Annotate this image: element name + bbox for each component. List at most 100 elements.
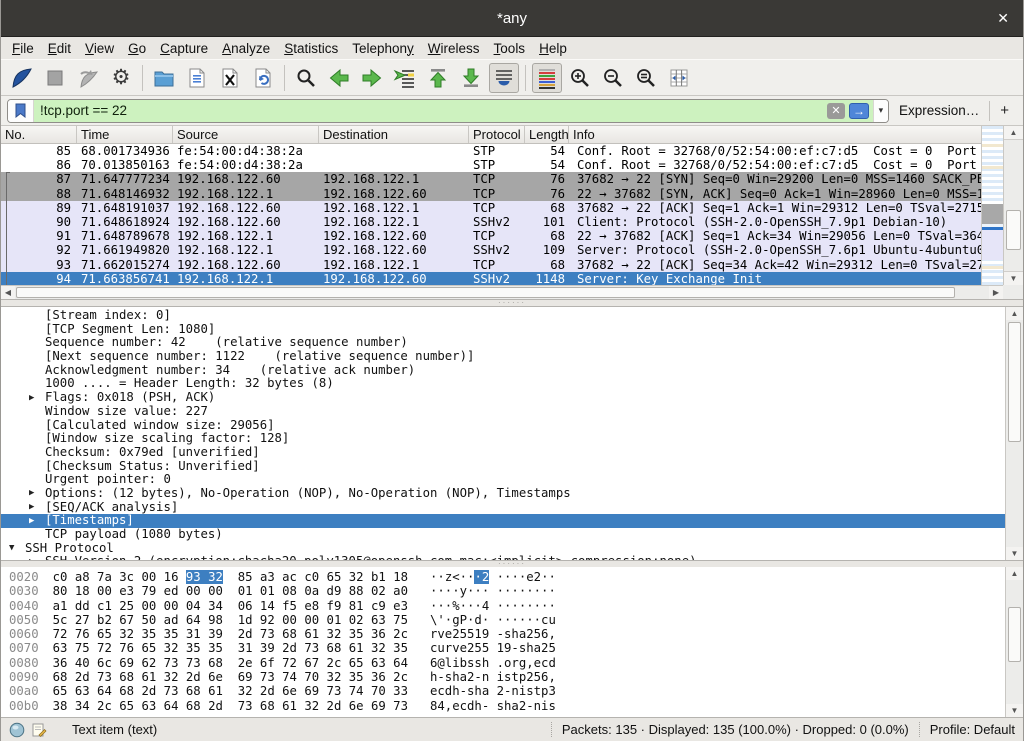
- scroll-up-icon[interactable]: ▲: [1006, 567, 1023, 580]
- hex-vertical-scrollbar[interactable]: ▲ ▼: [1005, 567, 1023, 717]
- scroll-down-icon[interactable]: ▼: [1006, 547, 1023, 560]
- detail-line-timestamps-selected[interactable]: ▶[Timestamps]: [1, 514, 1005, 528]
- column-time[interactable]: Time: [77, 126, 173, 143]
- packet-row[interactable]: 9171.648789678192.168.122.1192.168.122.6…: [1, 229, 981, 243]
- go-forward-button[interactable]: [357, 63, 387, 93]
- detail-line[interactable]: 1000 .... = Header Length: 32 bytes (8): [1, 377, 1005, 391]
- packet-row[interactable]: 8871.648146932192.168.122.1192.168.122.6…: [1, 187, 981, 201]
- column-protocol[interactable]: Protocol: [469, 126, 525, 143]
- scrollbar-thumb[interactable]: [1006, 210, 1021, 250]
- column-no[interactable]: No.: [1, 126, 77, 143]
- column-source[interactable]: Source: [173, 126, 319, 143]
- go-back-button[interactable]: [324, 63, 354, 93]
- detail-line[interactable]: Checksum: 0x79ed [unverified]: [1, 446, 1005, 460]
- auto-scroll-toggle[interactable]: [489, 63, 519, 93]
- packet-row[interactable]: 9071.648618924192.168.122.60192.168.122.…: [1, 215, 981, 229]
- menu-file[interactable]: File: [5, 39, 41, 58]
- hex-row[interactable]: 008036 40 6c 69 62 73 73 68 2e 6f 72 67 …: [9, 656, 1005, 670]
- column-info[interactable]: Info: [569, 126, 1003, 143]
- file-reload-button[interactable]: [248, 63, 278, 93]
- zoom-reset-button[interactable]: [631, 63, 661, 93]
- expert-info-icon[interactable]: [9, 722, 25, 738]
- file-close-button[interactable]: [215, 63, 245, 93]
- display-filter-input[interactable]: [40, 103, 827, 118]
- detail-line[interactable]: Sequence number: 42 (relative sequence n…: [1, 336, 1005, 350]
- detail-line-flags[interactable]: ▶Flags: 0x018 (PSH, ACK): [1, 391, 1005, 405]
- filter-dropdown-icon[interactable]: ▾: [873, 100, 888, 122]
- detail-line[interactable]: [TCP Segment Len: 1080]: [1, 323, 1005, 337]
- colorize-toggle[interactable]: [532, 63, 562, 93]
- resize-columns-button[interactable]: [664, 63, 694, 93]
- detail-line[interactable]: [Next sequence number: 1122 (relative se…: [1, 350, 1005, 364]
- column-destination[interactable]: Destination: [319, 126, 469, 143]
- filter-bookmark-button[interactable]: [8, 100, 34, 122]
- filter-apply-icon[interactable]: →: [849, 103, 869, 119]
- hex-row[interactable]: 00505c 27 b2 67 50 ad 64 98 1d 92 00 00 …: [9, 613, 1005, 627]
- filter-clear-icon[interactable]: ✕: [827, 103, 845, 119]
- find-packet-button[interactable]: [291, 63, 321, 93]
- scrollbar-thumb[interactable]: [1008, 607, 1021, 662]
- detail-vertical-scrollbar[interactable]: ▲ ▼: [1005, 307, 1023, 560]
- menu-edit[interactable]: Edit: [41, 39, 78, 58]
- go-to-packet-button[interactable]: [390, 63, 420, 93]
- packet-row[interactable]: 8971.648191037192.168.122.60192.168.122.…: [1, 201, 981, 215]
- hex-row[interactable]: 00a065 63 64 68 2d 73 68 61 32 2d 6e 69 …: [9, 684, 1005, 698]
- capture-start-button[interactable]: [7, 63, 37, 93]
- hex-row[interactable]: 0040a1 dd c1 25 00 00 04 34 06 14 f5 e8 …: [9, 599, 1005, 613]
- detail-line-options[interactable]: ▶Options: (12 bytes), No-Operation (NOP)…: [1, 487, 1005, 501]
- menu-telephony[interactable]: Telephony: [345, 39, 421, 58]
- packet-row-selected[interactable]: 9471.663856741192.168.122.1192.168.122.6…: [1, 272, 981, 286]
- add-filter-button[interactable]: +: [998, 102, 1017, 119]
- go-first-packet-button[interactable]: [423, 63, 453, 93]
- packet-list-minimap[interactable]: [981, 126, 1003, 285]
- packet-row[interactable]: 8670.013850163fe:54:00:d4:38:2aSTP54Conf…: [1, 158, 981, 172]
- hex-row[interactable]: 0020c0 a8 7a 3c 00 16 93 32 85 a3 ac c0 …: [9, 570, 1005, 584]
- detail-line[interactable]: Window size value: 227: [1, 405, 1005, 419]
- menu-help[interactable]: Help: [532, 39, 574, 58]
- expression-button[interactable]: Expression…: [897, 103, 989, 118]
- packet-row[interactable]: 9271.661949820192.168.122.1192.168.122.6…: [1, 243, 981, 257]
- capture-comment-icon[interactable]: [32, 722, 47, 738]
- detail-line[interactable]: [Stream index: 0]: [1, 309, 1005, 323]
- hex-row[interactable]: 006072 76 65 32 35 35 31 39 2d 73 68 61 …: [9, 627, 1005, 641]
- menu-view[interactable]: View: [78, 39, 121, 58]
- capture-options-button[interactable]: ⚙: [106, 63, 136, 93]
- file-save-button[interactable]: [182, 63, 212, 93]
- hex-row[interactable]: 00b038 34 2c 65 63 64 68 2d 73 68 61 32 …: [9, 699, 1005, 713]
- menu-statistics[interactable]: Statistics: [277, 39, 345, 58]
- scrollbar-thumb[interactable]: [16, 287, 955, 298]
- zoom-out-button[interactable]: [598, 63, 628, 93]
- scroll-up-icon[interactable]: ▲: [1006, 307, 1023, 320]
- detail-line-seq-ack[interactable]: ▶[SEQ/ACK analysis]: [1, 501, 1005, 515]
- menu-capture[interactable]: Capture: [153, 39, 215, 58]
- hex-row[interactable]: 007063 75 72 76 65 32 35 35 31 39 2d 73 …: [9, 641, 1005, 655]
- scrollbar-thumb[interactable]: [1008, 322, 1021, 442]
- detail-line[interactable]: [Window size scaling factor: 128]: [1, 432, 1005, 446]
- packet-row[interactable]: 9371.662015274192.168.122.60192.168.122.…: [1, 258, 981, 272]
- detail-line[interactable]: [Calculated window size: 29056]: [1, 419, 1005, 433]
- column-length[interactable]: Length: [525, 126, 569, 143]
- scroll-down-icon[interactable]: ▼: [1004, 271, 1023, 285]
- close-window-icon[interactable]: ✕: [997, 9, 1009, 27]
- scroll-left-icon[interactable]: ◀: [1, 286, 15, 299]
- hex-row[interactable]: 009068 2d 73 68 61 32 2d 6e 69 73 74 70 …: [9, 670, 1005, 684]
- menu-go[interactable]: Go: [121, 39, 153, 58]
- profile-label[interactable]: Profile: Default: [930, 722, 1015, 737]
- file-open-button[interactable]: [149, 63, 179, 93]
- detail-line[interactable]: TCP payload (1080 bytes): [1, 528, 1005, 542]
- packet-row[interactable]: 8771.647777234192.168.122.60192.168.122.…: [1, 172, 981, 186]
- menu-analyze[interactable]: Analyze: [215, 39, 277, 58]
- menu-wireless[interactable]: Wireless: [421, 39, 487, 58]
- zoom-in-button[interactable]: [565, 63, 595, 93]
- menu-tools[interactable]: Tools: [487, 39, 533, 58]
- detail-line-ssh-protocol[interactable]: ▼SSH Protocol: [1, 542, 1005, 556]
- detail-line[interactable]: Urgent pointer: 0: [1, 473, 1005, 487]
- go-last-packet-button[interactable]: [456, 63, 486, 93]
- packet-list-vertical-scrollbar[interactable]: ▲ ▼: [1003, 126, 1023, 285]
- capture-restart-button[interactable]: [73, 63, 103, 93]
- detail-line[interactable]: Acknowledgment number: 34 (relative ack …: [1, 364, 1005, 378]
- capture-stop-button[interactable]: [40, 63, 70, 93]
- detail-line[interactable]: [Checksum Status: Unverified]: [1, 460, 1005, 474]
- scroll-right-icon[interactable]: ▶: [989, 286, 1003, 299]
- scroll-down-icon[interactable]: ▼: [1006, 704, 1023, 717]
